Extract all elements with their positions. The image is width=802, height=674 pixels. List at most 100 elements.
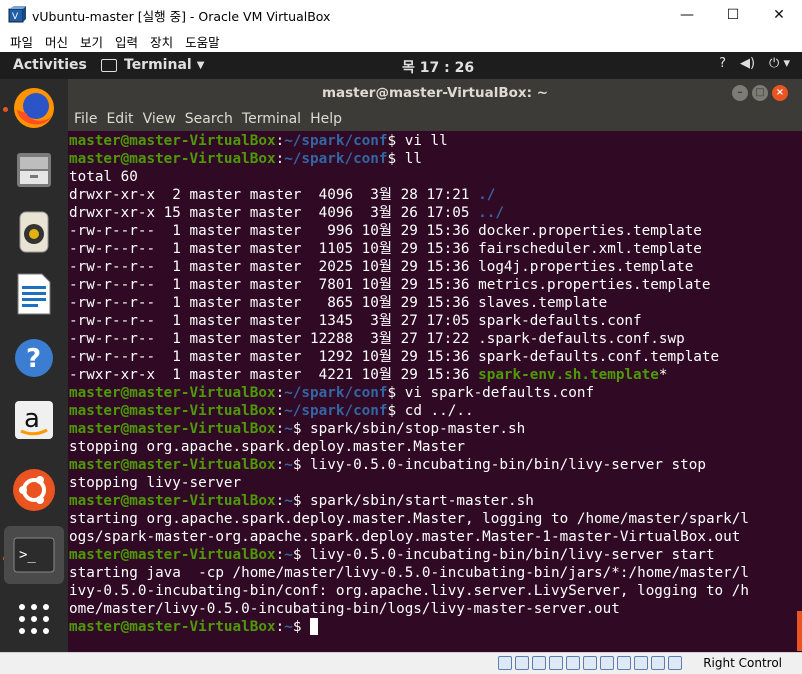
mouse-integration-icon[interactable] — [651, 656, 665, 670]
host-key-label: Right Control — [703, 656, 782, 670]
prompt-user: master@master-VirtualBox — [69, 385, 276, 401]
prompt-user: master@master-VirtualBox — [69, 493, 276, 509]
terminal-title: master@master-VirtualBox: ~ — [321, 85, 549, 101]
command-text: cd ../.. — [396, 403, 474, 419]
terminal-menu-terminal[interactable]: Terminal — [242, 111, 301, 127]
terminal-minimize-button[interactable]: – — [732, 85, 748, 101]
clock[interactable]: 목 17 : 26 — [402, 57, 474, 77]
ubuntu-top-panel: Activities Terminal ▼ 목 17 : 26 ? ◀) ⏻ ▾ — [0, 52, 802, 79]
shared-folders-icon[interactable] — [583, 656, 597, 670]
terminal-menu-view[interactable]: View — [143, 111, 176, 127]
terminal-line: master@master-VirtualBox:~/spark/conf$ c… — [69, 403, 474, 419]
prompt-user: master@master-VirtualBox — [69, 619, 276, 635]
prompt-path: ~/spark/conf — [284, 385, 388, 401]
help-icon[interactable]: ? — [4, 329, 64, 387]
audio-icon[interactable] — [532, 656, 546, 670]
terminal-maximize-button[interactable]: □ — [752, 85, 768, 101]
ls-filename: ../ — [478, 205, 504, 221]
terminal-line: starting org.apache.spark.deploy.master.… — [69, 510, 802, 528]
ls-metadata: -rw-r--r-- 1 master master 1105 10월 29 1… — [69, 241, 479, 257]
prompt-path: ~ — [284, 547, 293, 563]
prompt-user: master@master-VirtualBox — [69, 421, 276, 437]
app-menu[interactable]: Terminal ▼ — [101, 57, 204, 73]
terminal-menu-edit[interactable]: Edit — [106, 111, 133, 127]
writer-icon[interactable] — [4, 265, 64, 323]
ls-metadata: -rw-r--r-- 1 master master 865 10월 29 15… — [69, 295, 479, 311]
virtualbox-icon: V — [8, 6, 26, 23]
network-icon: ? — [719, 56, 726, 71]
ls-filename: spark-env.sh.template — [478, 367, 659, 383]
ls-filename: spark-defaults.conf — [478, 313, 642, 329]
system-menu[interactable]: ? ◀) ⏻ ▾ — [719, 56, 790, 71]
maximize-button[interactable]: ☐ — [710, 0, 756, 30]
network-adapter-icon[interactable] — [549, 656, 563, 670]
output-text: ome/master/livy-0.5.0-incubating-bin/log… — [69, 601, 620, 617]
ls-metadata: -rwxr-xr-x 1 master master 4221 10월 29 1… — [69, 367, 479, 383]
ls-filename: ./ — [478, 187, 496, 203]
prompt-user: master@master-VirtualBox — [69, 547, 276, 563]
activities-button[interactable]: Activities — [13, 57, 87, 73]
keyboard-icon[interactable] — [668, 656, 682, 670]
terminal-title-bar[interactable]: master@master-VirtualBox: ~ – □ × — [68, 79, 802, 107]
firefox-icon[interactable] — [4, 79, 64, 137]
terminal-menu-search[interactable]: Search — [185, 111, 233, 127]
ls-metadata: -rw-r--r-- 1 master master 996 10월 29 15… — [69, 223, 479, 239]
terminal-line: -rw-r--r-- 1 master master 1292 10월 29 1… — [69, 348, 802, 366]
files-icon[interactable] — [4, 141, 64, 199]
rhythmbox-icon[interactable] — [4, 203, 64, 261]
ls-filename: log4j.properties.template — [478, 259, 694, 275]
output-text: ivy-0.5.0-incubating-bin/conf: org.apach… — [69, 583, 749, 599]
ls-metadata: -rw-r--r-- 1 master master 1292 10월 29 1… — [69, 349, 479, 365]
terminal-line: -rwxr-xr-x 1 master master 4221 10월 29 1… — [69, 366, 802, 384]
prompt-user: master@master-VirtualBox — [69, 133, 276, 149]
ubuntu-software-icon[interactable] — [4, 461, 64, 519]
prompt-path: ~ — [284, 421, 293, 437]
terminal-menu-file[interactable]: File — [74, 111, 97, 127]
window-title-bar[interactable]: V vUbuntu-master [실행 중] - Oracle VM Virt… — [0, 0, 802, 30]
minimize-button[interactable]: — — [664, 0, 710, 30]
menu-help[interactable]: 도움말 — [185, 32, 220, 51]
ubuntu-dock: ? a >_ — [0, 79, 68, 652]
close-button[interactable]: ✕ — [756, 0, 802, 30]
ls-filename: metrics.properties.template — [478, 277, 711, 293]
svg-text:V: V — [12, 12, 19, 22]
ls-metadata: -rw-r--r-- 1 master master 7801 10월 29 1… — [69, 277, 479, 293]
video-capture-icon[interactable] — [617, 656, 631, 670]
menu-file[interactable]: 파일 — [10, 32, 33, 51]
optical-drive-icon[interactable] — [515, 656, 529, 670]
amazon-icon[interactable]: a — [4, 391, 64, 449]
prompt-path: ~ — [284, 619, 293, 635]
menu-view[interactable]: 보기 — [80, 32, 103, 51]
terminal-close-button[interactable]: × — [772, 85, 788, 101]
menu-devices[interactable]: 장치 — [150, 32, 173, 51]
display-icon[interactable] — [600, 656, 614, 670]
terminal-line: -rw-r--r-- 1 master master 7801 10월 29 1… — [69, 276, 802, 294]
terminal-line: -rw-r--r-- 1 master master 1105 10월 29 1… — [69, 240, 802, 258]
ls-metadata: -rw-r--r-- 1 master master 2025 10월 29 1… — [69, 259, 479, 275]
terminal-output[interactable]: master@master-VirtualBox:~/spark/conf$ v… — [68, 131, 802, 652]
hard-disk-icon[interactable] — [498, 656, 512, 670]
terminal-menu-help[interactable]: Help — [310, 111, 342, 127]
command-text: livy-0.5.0-incubating-bin/bin/livy-serve… — [301, 457, 706, 473]
terminal-line: ogs/spark-master-org.apache.spark.deploy… — [69, 528, 802, 546]
cpu-icon[interactable] — [634, 656, 648, 670]
terminal-icon[interactable]: >_ — [4, 526, 64, 584]
terminal-line: -rw-r--r-- 1 master master 2025 10월 29 1… — [69, 258, 802, 276]
ls-filename: docker.properties.template — [478, 223, 702, 239]
terminal-line: starting java -cp /home/master/livy-0.5.… — [69, 564, 802, 582]
terminal-line: stopping livy-server — [69, 474, 802, 492]
menu-machine[interactable]: 머신 — [45, 32, 68, 51]
terminal-line: ome/master/livy-0.5.0-incubating-bin/log… — [69, 600, 802, 618]
terminal-line: master@master-VirtualBox:~$ livy-0.5.0-i… — [69, 547, 715, 563]
ls-metadata: drwxr-xr-x 15 master master 4096 3월 26 1… — [69, 205, 479, 221]
menu-input[interactable]: 입력 — [115, 32, 138, 51]
show-apps-icon[interactable] — [4, 590, 64, 648]
prompt-user: master@master-VirtualBox — [69, 403, 276, 419]
ls-filename: spark-defaults.conf.template — [478, 349, 720, 365]
terminal-line: total 60 — [69, 168, 802, 186]
usb-icon[interactable] — [566, 656, 580, 670]
terminal-app-icon — [101, 58, 117, 72]
terminal-scrollbar[interactable] — [797, 611, 802, 651]
ls-metadata: drwxr-xr-x 2 master master 4096 3월 28 17… — [69, 187, 479, 203]
svg-text:a: a — [24, 404, 40, 434]
